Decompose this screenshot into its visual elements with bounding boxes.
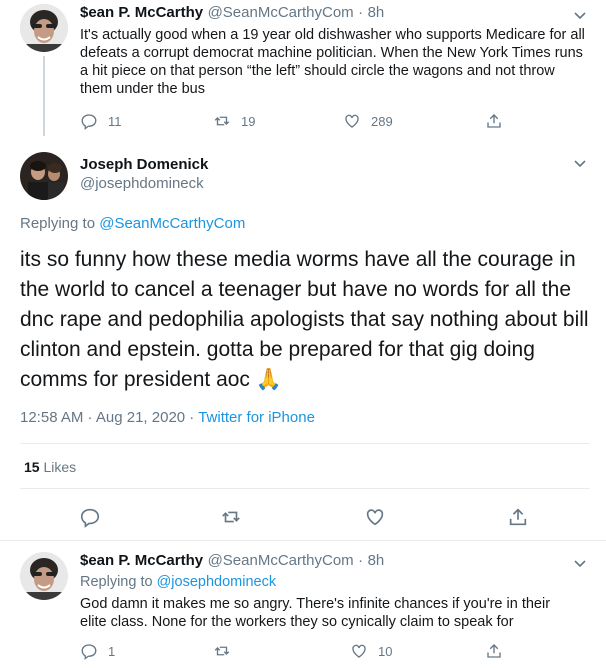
separator: · xyxy=(358,552,364,569)
reply-count: 11 xyxy=(108,113,122,129)
retweet-button[interactable] xyxy=(213,642,231,660)
like-button[interactable]: 10 xyxy=(350,642,392,660)
retweet-count: 19 xyxy=(241,113,256,129)
replying-to-link[interactable]: @josephdomineck xyxy=(157,574,277,590)
author-handle[interactable]: @SeanMcCarthyCom xyxy=(208,4,354,21)
replying-to: Replying to @josephdomineck xyxy=(80,574,276,590)
replying-prefix: Replying to xyxy=(20,215,100,232)
reply-button[interactable]: 11 xyxy=(80,112,122,130)
avatar-joseph[interactable] xyxy=(20,152,68,200)
folded-hands-emoji: 🙏 xyxy=(255,368,282,391)
tweet3-header: $ean P. McCarthy @SeanMcCarthyCom · 8h xyxy=(80,552,384,570)
tweet1-header: $ean P. McCarthy @SeanMcCarthyCom · 8h xyxy=(80,4,384,22)
retweet-icon xyxy=(214,116,230,126)
likes-label: Likes xyxy=(39,459,77,475)
retweet-icon xyxy=(222,511,240,523)
author-handle[interactable]: @josephdomineck xyxy=(80,175,208,192)
share-icon xyxy=(509,508,527,526)
likes-count: 15 xyxy=(24,459,40,475)
like-count: 10 xyxy=(378,643,393,659)
reply-button[interactable]: 1 xyxy=(80,642,115,660)
retweet-button[interactable]: 19 xyxy=(213,112,255,130)
thread-line-1 xyxy=(43,56,45,136)
tweet-time[interactable]: 8h xyxy=(368,552,385,569)
avatar-sean-1[interactable] xyxy=(20,4,68,52)
retweet-icon xyxy=(214,646,230,656)
reply-icon xyxy=(81,644,97,660)
author-name[interactable]: $ean P. McCarthy xyxy=(80,4,203,21)
share-icon xyxy=(487,114,501,128)
tweet3-text: God damn it makes me so angry. There's i… xyxy=(80,596,551,630)
like-button[interactable]: 289 xyxy=(343,112,393,130)
author-name[interactable]: $ean P. McCarthy xyxy=(80,552,203,569)
likes-stat[interactable]: 15 Likes xyxy=(24,459,76,475)
share-button[interactable] xyxy=(507,506,529,528)
author-name[interactable]: Joseph Domenick xyxy=(80,156,208,173)
tweet-source[interactable]: Twitter for iPhone xyxy=(198,409,315,426)
chevron-down-icon[interactable] xyxy=(571,554,589,572)
timestamp[interactable]: 12:58 AM · Aug 21, 2020 xyxy=(20,409,185,426)
main-tweet-text: its so funny how these media worms have … xyxy=(20,245,590,395)
heart-icon xyxy=(352,644,366,658)
reply-icon xyxy=(81,114,97,130)
replying-to-link[interactable]: @SeanMcCarthyCom xyxy=(99,215,245,232)
share-icon xyxy=(487,644,501,658)
reply-count: 1 xyxy=(108,643,116,659)
divider xyxy=(20,488,590,489)
avatar-sean-2[interactable] xyxy=(20,552,68,600)
main-header: Joseph Domenick @josephdomineck xyxy=(80,156,208,192)
tweet-time[interactable]: 8h xyxy=(368,4,385,21)
separator: · xyxy=(358,4,364,21)
replying-to: Replying to @SeanMcCarthyCom xyxy=(20,215,245,232)
reply-icon xyxy=(80,508,100,528)
like-button[interactable] xyxy=(364,506,386,528)
divider xyxy=(20,443,590,444)
reply-button[interactable] xyxy=(79,506,101,528)
chevron-down-icon[interactable] xyxy=(571,154,589,172)
replying-prefix: Replying to xyxy=(80,574,157,590)
meta-separator: · xyxy=(185,409,199,426)
share-button[interactable] xyxy=(485,112,503,130)
retweet-button[interactable] xyxy=(220,506,242,528)
like-count: 289 xyxy=(371,113,393,129)
main-text: its so funny how these media worms have … xyxy=(20,248,589,391)
tweet1-text: It's actually good when a 19 year old di… xyxy=(80,27,585,97)
chevron-down-icon[interactable] xyxy=(571,6,589,24)
heart-icon xyxy=(366,509,384,526)
tweet-meta: 12:58 AM · Aug 21, 2020 · Twitter for iP… xyxy=(20,409,315,426)
heart-icon xyxy=(345,114,359,128)
divider xyxy=(0,540,606,541)
share-button[interactable] xyxy=(485,642,503,660)
author-handle[interactable]: @SeanMcCarthyCom xyxy=(208,552,354,569)
